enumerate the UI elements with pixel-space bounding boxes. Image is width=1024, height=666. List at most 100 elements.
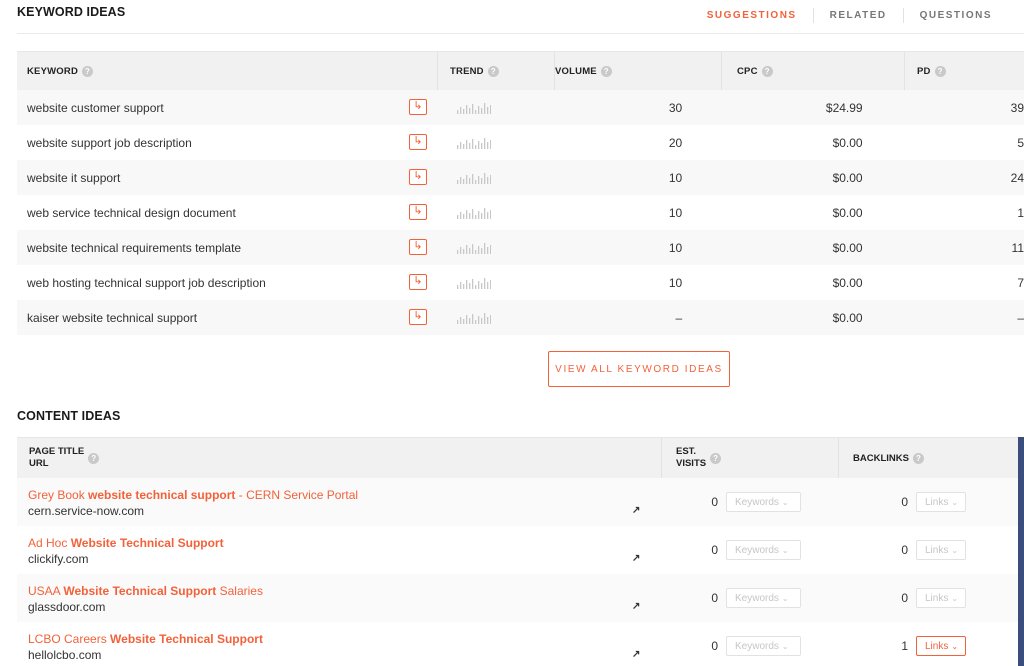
help-icon[interactable]: ?	[934, 65, 946, 77]
column-keyword-label: KEYWORD	[27, 65, 79, 77]
page-title-link[interactable]: USAA Website Technical Support Salaries	[28, 584, 662, 599]
column-volume: VOLUME?	[555, 52, 722, 90]
keyword-text[interactable]: kaiser website technical support	[27, 311, 197, 325]
links-dropdown[interactable]: Links ⌄	[916, 492, 966, 512]
external-link-icon[interactable]: ↗︎	[632, 649, 640, 660]
arrow-turn-right-icon[interactable]: ↳	[409, 134, 427, 150]
page-title-url-header: PAGE TITLE URL	[29, 446, 84, 470]
est-visits-cell: 0 Keywords ⌄	[662, 526, 839, 574]
pd-cell: 24	[1010, 170, 1024, 185]
table-row: kaiser website technical support ↳ – $0.00 –	[17, 300, 1024, 335]
keywords-dropdown[interactable]: Keywords ⌄	[726, 492, 801, 512]
trend-sparkline-icon	[457, 208, 492, 219]
title-prefix: Grey Book	[28, 488, 89, 502]
cpc-cell: $0.00	[832, 135, 863, 150]
content-table-header: PAGE TITLE URL ? EST. VISITS ? BACKLINKS…	[17, 437, 1024, 478]
pd-cell: 39	[1010, 100, 1024, 115]
links-dropdown[interactable]: Links ⌄	[916, 636, 966, 656]
column-pd-label: PD	[917, 65, 931, 77]
keywords-dropdown[interactable]: Keywords ⌄	[726, 540, 801, 560]
help-icon[interactable]: ?	[487, 65, 499, 77]
tab-related[interactable]: RELATED	[812, 8, 903, 23]
trend-cell	[417, 300, 530, 335]
keywords-dropdown-label: Keywords	[735, 640, 779, 652]
column-pd: PD?	[905, 52, 1024, 90]
column-cpc: CPC?	[722, 52, 905, 90]
volume-cell: 10	[668, 205, 683, 220]
cpc-cell: $0.00	[832, 310, 863, 325]
help-icon[interactable]: ?	[710, 452, 722, 464]
pd-cell: 5	[1017, 135, 1024, 150]
backlinks-value: 0	[901, 495, 908, 509]
table-row: website it support ↳ 10 $0.00 24	[17, 160, 1024, 195]
trend-cell	[417, 90, 530, 125]
arrow-turn-right-icon[interactable]: ↳	[409, 239, 427, 255]
links-dropdown-label: Links	[925, 496, 949, 508]
keyword-table-body: website customer support ↳ 30 $24.99 39 websi…	[17, 90, 1024, 335]
title-keyword: Website Technical Support	[63, 584, 217, 598]
links-dropdown[interactable]: Links ⌄	[916, 588, 966, 608]
cpc-cell: $0.00	[832, 240, 863, 255]
page-title-cell: LCBO Careers Website Technical Support he…	[17, 622, 662, 666]
keyword-cell: website it support ↳	[17, 160, 427, 195]
est-visits-cell: 0 Keywords ⌄	[662, 622, 839, 666]
tab-suggestions[interactable]: SUGGESTIONS	[691, 8, 813, 23]
chevron-down-icon: ⌄	[781, 593, 789, 603]
pd-cell: –	[1017, 310, 1024, 325]
keywords-dropdown[interactable]: Keywords ⌄	[726, 636, 801, 656]
keyword-text[interactable]: website support job description	[27, 136, 192, 150]
keyword-text[interactable]: website technical requirements template	[27, 241, 241, 255]
help-icon[interactable]: ?	[88, 452, 100, 464]
keyword-ideas-title: KEYWORD IDEAS	[17, 5, 126, 19]
help-icon[interactable]: ?	[761, 65, 773, 77]
table-row: website support job description ↳ 20 $0.00 5	[17, 125, 1024, 160]
external-link-icon[interactable]: ↗︎	[632, 553, 640, 564]
volume-cell: 10	[668, 170, 683, 185]
page-title-link[interactable]: Ad Hoc Website Technical Support	[28, 536, 662, 551]
arrow-turn-right-icon[interactable]: ↳	[409, 99, 427, 115]
trend-sparkline-icon	[457, 173, 492, 184]
external-link-icon[interactable]: ↗︎	[632, 505, 640, 516]
page-title-link[interactable]: Grey Book website technical support - CE…	[28, 488, 662, 503]
links-dropdown-label: Links	[925, 640, 949, 652]
keyword-text[interactable]: website it support	[27, 171, 120, 185]
help-icon[interactable]: ?	[82, 65, 94, 77]
pd-cell: 7	[1017, 275, 1024, 290]
column-keyword: KEYWORD?	[17, 52, 438, 90]
keyword-text[interactable]: website customer support	[27, 101, 164, 115]
keyword-table-header: KEYWORD? TREND? VOLUME? CPC? PD?	[17, 51, 1024, 90]
scrollbar[interactable]	[1018, 437, 1024, 666]
keyword-text[interactable]: web hosting technical support job descri…	[27, 276, 266, 290]
cpc-cell: $0.00	[832, 170, 863, 185]
column-page-title: PAGE TITLE URL ?	[17, 438, 662, 478]
cpc-cell: $24.99	[825, 100, 863, 115]
title-keyword: Website Technical Support	[110, 632, 263, 646]
external-link-icon[interactable]: ↗︎	[632, 601, 640, 612]
column-est-label: EST.	[676, 446, 697, 457]
keywords-dropdown[interactable]: Keywords ⌄	[726, 588, 801, 608]
chevron-down-icon: ⌄	[951, 641, 959, 651]
est-visits-cell: 0 Keywords ⌄	[662, 478, 839, 526]
arrow-turn-right-icon[interactable]: ↳	[409, 309, 427, 325]
view-all-keyword-ideas-button[interactable]: VIEW ALL KEYWORD IDEAS	[548, 351, 730, 387]
links-dropdown-label: Links	[925, 544, 949, 556]
links-dropdown[interactable]: Links ⌄	[916, 540, 966, 560]
help-icon[interactable]: ?	[912, 452, 924, 464]
arrow-turn-right-icon[interactable]: ↳	[409, 169, 427, 185]
page-title-link[interactable]: LCBO Careers Website Technical Support	[28, 632, 662, 647]
page-title-cell: Grey Book website technical support - CE…	[17, 478, 662, 526]
keywords-dropdown-label: Keywords	[735, 496, 779, 508]
title-suffix: - CERN Service Portal	[235, 488, 359, 502]
arrow-turn-right-icon[interactable]: ↳	[409, 204, 427, 220]
backlinks-cell: 0 Links ⌄	[839, 526, 1024, 574]
divider	[17, 33, 1024, 34]
keyword-text[interactable]: web service technical design document	[27, 206, 236, 220]
backlinks-cell: 0 Links ⌄	[839, 478, 1024, 526]
backlinks-cell: 1 Links ⌄	[839, 622, 1024, 666]
column-trend: TREND?	[438, 52, 555, 90]
arrow-turn-right-icon[interactable]: ↳	[409, 274, 427, 290]
tab-questions[interactable]: QUESTIONS	[902, 8, 1008, 23]
help-icon[interactable]: ?	[600, 65, 612, 77]
links-dropdown-label: Links	[925, 592, 949, 604]
trend-cell	[417, 265, 530, 300]
